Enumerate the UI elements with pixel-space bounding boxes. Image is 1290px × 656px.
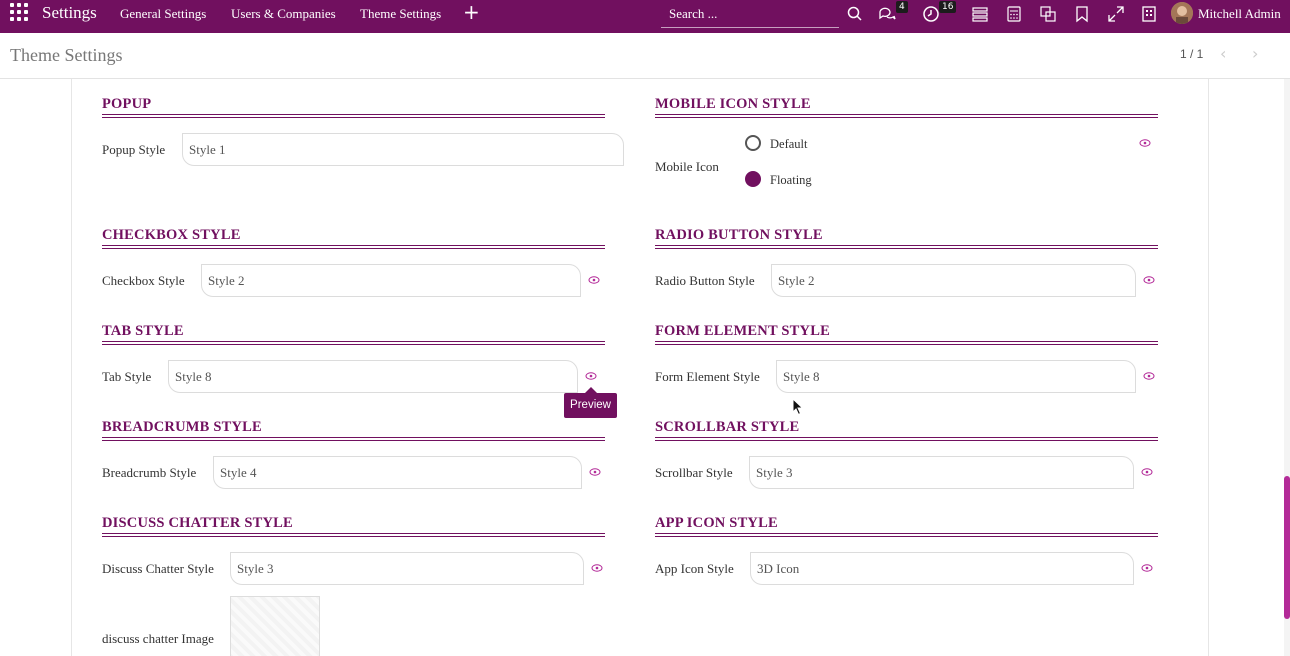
activities-badge: 16 — [939, 1, 957, 13]
section-title-discuss-chatter: DISCUSS CHATTER STYLE — [102, 515, 293, 531]
radio-default-label: Default — [770, 137, 808, 151]
search-input[interactable] — [661, 0, 831, 28]
tab-style-label: Tab Style — [102, 369, 152, 384]
section-divider — [655, 245, 1158, 249]
breadcrumb-style-label: Breadcrumb Style — [102, 465, 197, 480]
popup-style-field[interactable]: Style 1 — [182, 133, 624, 166]
section-title-radio-button: RADIO BUTTON STYLE — [655, 227, 823, 243]
radio-default[interactable] — [745, 135, 761, 151]
form-element-style-label: Form Element Style — [655, 369, 760, 384]
preview-eye-icon[interactable] — [1139, 138, 1151, 148]
fullscreen-icon[interactable] — [1107, 5, 1125, 23]
breadcrumb-style-value: Style 4 — [220, 465, 257, 480]
section-divider — [102, 114, 605, 118]
page-title: Theme Settings — [10, 45, 123, 65]
discuss-chatter-style-field[interactable]: Style 3 — [230, 552, 584, 585]
form-element-style-field[interactable]: Style 8 — [776, 360, 1136, 393]
search-bar[interactable] — [661, 0, 839, 28]
app-icon-style-label: App Icon Style — [655, 561, 734, 576]
checkbox-style-field[interactable]: Style 2 — [201, 264, 581, 297]
discuss-chatter-image[interactable] — [230, 596, 320, 656]
scrollbar-style-value: Style 3 — [756, 465, 793, 480]
bookmark-icon[interactable] — [1073, 5, 1091, 23]
page-scrollbar-thumb[interactable] — [1284, 476, 1290, 619]
preview-eye-icon[interactable] — [585, 371, 597, 381]
app-title[interactable]: Settings — [42, 3, 97, 23]
checkbox-style-value: Style 2 — [208, 273, 245, 288]
messages-badge: 4 — [896, 1, 908, 13]
tab-style-field[interactable]: Style 8 — [168, 360, 578, 393]
section-title-app-icon: APP ICON STYLE — [655, 515, 778, 531]
apps-icon[interactable] — [10, 3, 30, 23]
clock-icon[interactable] — [922, 5, 940, 23]
pager-previous-icon[interactable]: ‹ — [1220, 44, 1234, 63]
section-divider — [102, 437, 605, 441]
control-panel: Theme Settings 1 / 1 ‹ › — [0, 33, 1290, 79]
pager-value[interactable]: 1 / 1 — [1180, 47, 1203, 61]
section-divider — [655, 437, 1158, 441]
section-title-tab: TAB STYLE — [102, 323, 184, 339]
preview-eye-icon[interactable] — [588, 275, 600, 285]
popup-style-label: Popup Style — [102, 142, 166, 157]
discuss-chatter-style-value: Style 3 — [237, 561, 274, 576]
section-title-scrollbar: SCROLLBAR STYLE — [655, 419, 800, 435]
layout-icon[interactable] — [971, 5, 989, 23]
preview-eye-icon[interactable] — [1143, 371, 1155, 381]
section-title-breadcrumb: BREADCRUMB STYLE — [102, 419, 262, 435]
preview-eye-icon[interactable] — [1143, 275, 1155, 285]
popup-style-value: Style 1 — [189, 142, 226, 157]
menu-theme-settings[interactable]: Theme Settings — [360, 6, 441, 22]
form-element-style-value: Style 8 — [783, 369, 820, 384]
app-icon-style-field[interactable]: 3D Icon — [750, 552, 1134, 585]
mobile-icon-label: Mobile Icon — [655, 159, 719, 174]
radio-button-style-value: Style 2 — [778, 273, 815, 288]
radio-floating-label: Floating — [770, 173, 812, 187]
section-title-mobile-icon: MOBILE ICON STYLE — [655, 96, 811, 112]
user-name[interactable]: Mitchell Admin — [1198, 6, 1281, 22]
section-title-form-element: FORM ELEMENT STYLE — [655, 323, 830, 339]
avatar[interactable] — [1171, 2, 1193, 24]
scrollbar-style-field[interactable]: Style 3 — [749, 456, 1134, 489]
section-title-checkbox: CHECKBOX STYLE — [102, 227, 241, 243]
plus-icon[interactable]: + — [463, 2, 480, 22]
preview-eye-icon[interactable] — [1141, 467, 1153, 477]
app-icon-style-value: 3D Icon — [757, 561, 800, 576]
section-divider — [655, 341, 1158, 345]
preview-eye-icon[interactable] — [591, 563, 603, 573]
chat-icon[interactable] — [878, 5, 896, 23]
preview-tooltip: Preview — [564, 387, 617, 418]
menu-users-companies[interactable]: Users & Companies — [231, 6, 336, 22]
checkbox-style-label: Checkbox Style — [102, 273, 185, 288]
radio-button-style-label: Radio Button Style — [655, 273, 755, 288]
radio-button-style-field[interactable]: Style 2 — [771, 264, 1136, 297]
top-navbar: Settings General Settings Users & Compan… — [0, 0, 1290, 33]
calculator-icon[interactable] — [1005, 5, 1023, 23]
discuss-chatter-style-label: Discuss Chatter Style — [102, 561, 214, 576]
tab-style-value: Style 8 — [175, 369, 212, 384]
building-icon[interactable] — [1140, 5, 1158, 23]
search-icon[interactable] — [846, 5, 864, 23]
scrollbar-style-label: Scrollbar Style — [655, 465, 733, 480]
preview-eye-icon[interactable] — [589, 467, 601, 477]
section-divider — [102, 533, 605, 537]
preview-eye-icon[interactable] — [1141, 563, 1153, 573]
discuss-chatter-image-label: discuss chatter Image — [102, 631, 214, 646]
pager-next-icon[interactable]: › — [1252, 44, 1266, 63]
mouse-cursor-icon — [792, 398, 804, 416]
language-icon[interactable] — [1039, 5, 1057, 23]
breadcrumb-style-field[interactable]: Style 4 — [213, 456, 582, 489]
section-divider — [102, 245, 605, 249]
section-divider — [102, 341, 605, 345]
radio-floating[interactable] — [745, 171, 761, 187]
section-title-popup: POPUP — [102, 96, 152, 112]
section-divider — [655, 533, 1158, 537]
section-divider — [655, 114, 1158, 118]
menu-general-settings[interactable]: General Settings — [120, 6, 206, 22]
